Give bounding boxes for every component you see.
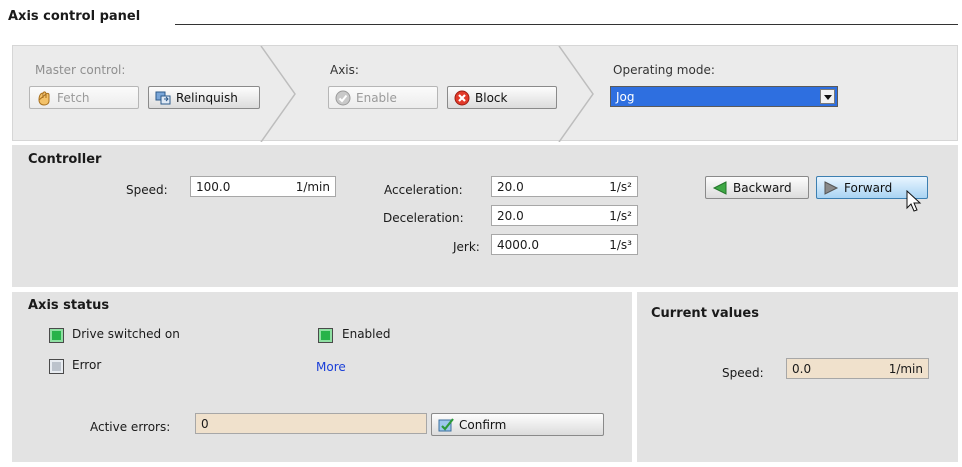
- controller-title: Controller: [28, 152, 102, 167]
- enabled-label: Enabled: [342, 327, 391, 341]
- current-speed-unit: 1/min: [888, 361, 923, 376]
- mouse-cursor-icon: [906, 190, 922, 212]
- axis-status-title: Axis status: [28, 298, 110, 313]
- operating-mode-label: Operating mode:: [613, 63, 715, 77]
- arrow-right-icon: [823, 180, 839, 196]
- controller-panel: [12, 145, 958, 287]
- fetch-button-label: Fetch: [57, 90, 90, 105]
- confirm-button[interactable]: Confirm: [431, 413, 604, 436]
- axis-label: Axis:: [330, 63, 359, 77]
- speed-unit: 1/min: [295, 179, 330, 194]
- current-values-title: Current values: [651, 306, 759, 321]
- backward-button-label: Backward: [733, 180, 792, 195]
- block-button[interactable]: Block: [447, 86, 557, 109]
- drive-switched-on-label: Drive switched on: [72, 327, 180, 341]
- deceleration-value: 20.0: [497, 208, 524, 223]
- chevron-down-icon[interactable]: [820, 89, 835, 104]
- master-control-label: Master control:: [35, 63, 126, 77]
- relinquish-button[interactable]: Relinquish: [148, 86, 260, 109]
- jerk-value: 4000.0: [497, 237, 539, 252]
- acceleration-unit: 1/s²: [609, 179, 632, 194]
- backward-button[interactable]: Backward: [705, 176, 809, 199]
- fetch-button[interactable]: Fetch: [29, 86, 139, 109]
- forward-button-label: Forward: [844, 180, 893, 195]
- jerk-input[interactable]: 4000.0 1/s³: [491, 234, 638, 255]
- enable-button-label: Enable: [356, 90, 397, 105]
- transfer-icon: [155, 90, 171, 106]
- confirm-check-icon: [438, 417, 454, 433]
- block-button-label: Block: [475, 90, 508, 105]
- current-speed-value: 0.0: [792, 361, 812, 376]
- more-link[interactable]: More: [316, 360, 346, 374]
- title-divider: [175, 24, 958, 25]
- arrow-left-icon: [712, 180, 728, 196]
- speed-label: Speed:: [126, 183, 168, 197]
- acceleration-input[interactable]: 20.0 1/s²: [491, 176, 638, 197]
- operating-mode-value: Jog: [616, 90, 635, 104]
- current-speed-field: 0.0 1/min: [786, 358, 929, 379]
- deceleration-label: Deceleration:: [383, 211, 464, 225]
- deceleration-input[interactable]: 20.0 1/s²: [491, 205, 638, 226]
- error-label: Error: [72, 358, 102, 372]
- active-errors-field: 0: [195, 413, 427, 434]
- axis-status-panel: [12, 292, 632, 462]
- operating-mode-select[interactable]: Jog: [610, 86, 838, 107]
- current-speed-label: Speed:: [722, 366, 764, 380]
- active-errors-value: 0: [201, 416, 209, 431]
- deceleration-unit: 1/s²: [609, 208, 632, 223]
- error-indicator: [49, 359, 64, 374]
- confirm-button-label: Confirm: [459, 417, 507, 432]
- check-circle-icon: [335, 90, 351, 106]
- jerk-unit: 1/s³: [609, 237, 632, 252]
- jerk-label: Jerk:: [453, 240, 480, 254]
- relinquish-button-label: Relinquish: [176, 90, 238, 105]
- hand-icon: [36, 90, 52, 106]
- active-errors-label: Active errors:: [90, 420, 171, 434]
- panel-title: Axis control panel: [8, 9, 141, 24]
- block-x-icon: [454, 90, 470, 106]
- enabled-indicator: [318, 328, 333, 343]
- speed-input[interactable]: 100.0 1/min: [190, 176, 336, 197]
- drive-switched-on-indicator: [49, 328, 64, 343]
- acceleration-label: Acceleration:: [384, 183, 463, 197]
- acceleration-value: 20.0: [497, 179, 524, 194]
- speed-value: 100.0: [196, 179, 231, 194]
- enable-button[interactable]: Enable: [328, 86, 438, 109]
